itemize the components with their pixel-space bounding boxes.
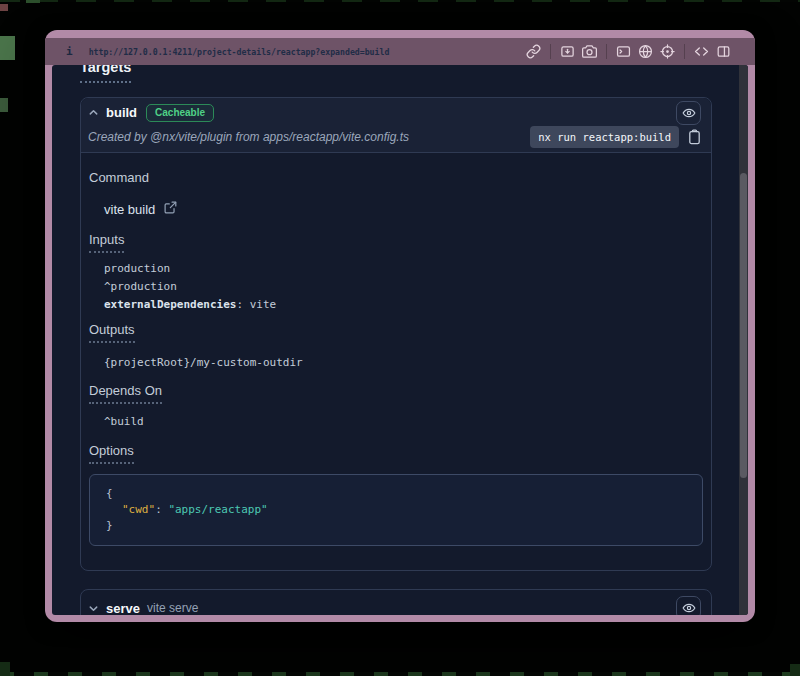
toolbar-divider [606,44,607,59]
target-name: serve [106,601,140,616]
options-label[interactable]: Options [89,443,134,464]
target-card-serve[interactable]: serve vite serve [80,589,712,615]
depends-on-list: ^build [104,413,703,431]
outputs-list: {projectRoot}/my-custom-outdir [104,354,703,372]
background-artifact [790,664,800,676]
toolbar-divider [684,44,685,59]
json-cwd-line: "cwd": "apps/reactapp" [106,502,686,518]
info-icon[interactable]: i [66,45,73,58]
view-target-button[interactable] [676,596,701,615]
run-command-chip: nx run reactapp:build [530,126,679,148]
created-by-text: Created by @nx/vite/plugin from apps/rea… [88,130,409,144]
input-item: externalDependencies: vite [104,296,703,314]
background-artifact [0,36,15,60]
camera-icon[interactable] [582,44,597,59]
build-card-header[interactable]: build Cacheable Created by @nx/vite/plug… [81,98,711,153]
external-link-icon[interactable] [164,201,177,217]
serve-command-text: vite serve [147,601,198,615]
inputs-label[interactable]: Inputs [89,232,124,253]
background-artifact [0,4,8,11]
view-target-button[interactable] [676,101,701,125]
chevron-up-icon[interactable] [88,107,99,118]
globe-icon[interactable] [638,44,653,59]
input-item: ^production [104,278,703,296]
toolbar-divider [550,44,551,59]
chevron-down-icon[interactable] [88,603,99,614]
terminal-icon[interactable] [616,44,631,59]
target-name: build [106,105,137,120]
background-artifact [26,0,40,3]
json-open-brace: { [106,486,686,502]
command-label: Command [89,170,703,185]
target-card-build: build Cacheable Created by @nx/vite/plug… [80,97,712,571]
output-item: {projectRoot}/my-custom-outdir [104,354,703,372]
page-content: Targets build Cacheable Created [52,65,748,615]
import-icon[interactable] [560,44,575,59]
background-artifact-top [0,0,800,2]
crosshair-icon[interactable] [660,44,675,59]
outputs-label[interactable]: Outputs [89,322,135,343]
depends-item: ^build [104,413,703,431]
browser-window: i http://127.0.0.1:4211/project-details/… [45,30,755,622]
scrollbar-track[interactable] [739,65,748,615]
json-close-brace: } [106,518,686,534]
background-artifact [0,98,8,112]
scrollbar-thumb[interactable] [740,173,747,478]
depends-on-label[interactable]: Depends On [89,383,162,404]
code-icon[interactable] [694,44,709,59]
build-card-body: Command vite build Inputs production ^pr… [81,153,711,570]
columns-icon[interactable] [716,44,731,59]
background-artifact-bottom [0,672,800,676]
url-text: http://127.0.0.1:4211/project-details/re… [89,47,390,57]
options-json-box: { "cwd": "apps/reactapp" } [89,474,703,546]
inputs-list: production ^production externalDependenc… [104,260,703,314]
link-icon[interactable] [526,44,541,59]
browser-titlebar: i http://127.0.0.1:4211/project-details/… [45,38,755,65]
copy-icon[interactable] [688,129,701,145]
background-artifact [0,662,10,676]
command-value: vite build [104,202,155,217]
cacheable-badge: Cacheable [146,104,214,122]
input-item: production [104,260,703,278]
targets-heading: Targets [80,65,131,83]
